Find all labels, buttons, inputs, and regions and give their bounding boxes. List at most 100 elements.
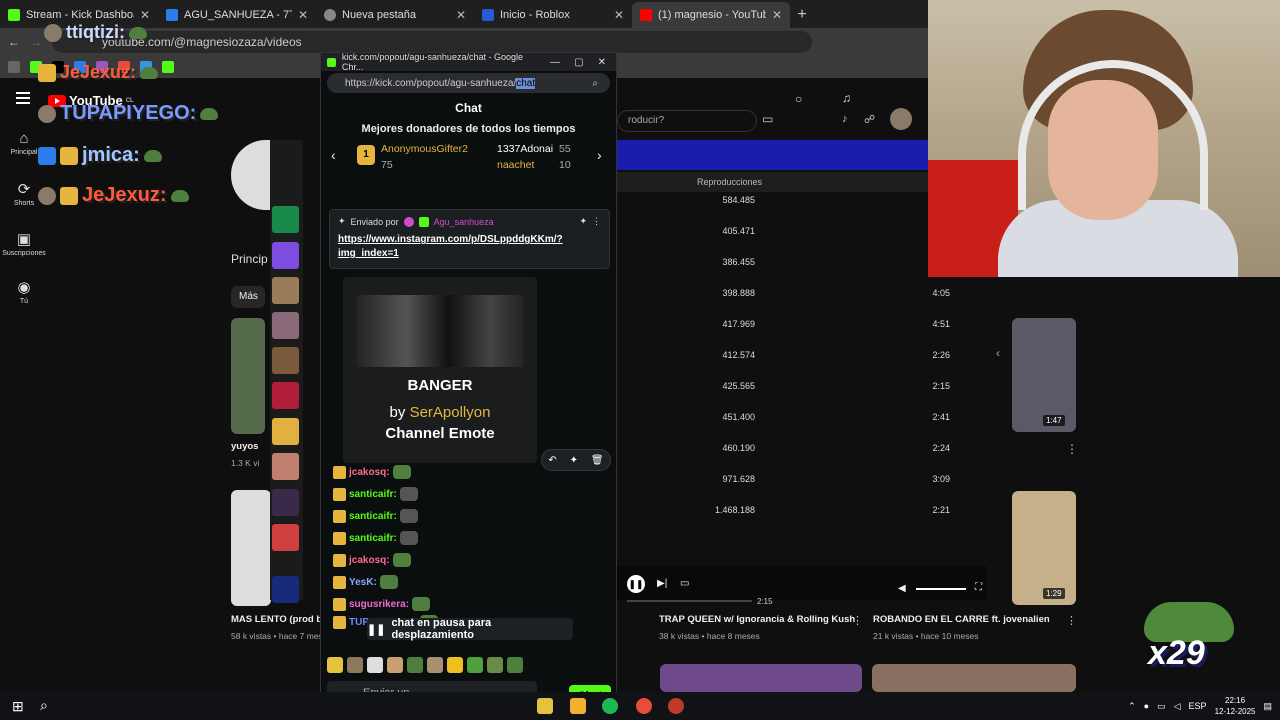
clock[interactable]: 22:16 12-12-2025 [1215,695,1256,717]
studio-thumbnail[interactable] [272,382,299,409]
pinned-link[interactable]: https://www.instagram.com/p/DSLppddgKKm/… [338,233,601,261]
popout-url-field[interactable]: https://kick.com/popout/agu-sanhueza/cha… [327,73,610,93]
minimize-icon[interactable]: — [550,57,560,68]
stats-row[interactable]: 460.190 2:24 [620,443,950,453]
video-thumbnail[interactable] [872,664,1076,692]
emote-icon[interactable] [327,657,343,673]
chevron-right-icon[interactable]: › [597,147,602,163]
stats-row[interactable]: 405.471 [620,226,950,236]
stats-row[interactable]: 412.574 2:26 [620,350,950,360]
pinned-author[interactable]: Agu_sanhueza [434,217,494,227]
fullscreen-icon[interactable]: ⛶ [975,582,982,593]
close-icon[interactable]: ✕ [456,8,466,22]
video-title[interactable]: ROBANDO EN EL CARRE ft. jovenalien [873,614,1050,625]
channel-avatar[interactable] [231,140,271,210]
search-icon[interactable]: ⌕ [40,697,48,714]
stats-row[interactable]: 451.400 2:41 [620,412,950,422]
studio-thumbnail[interactable] [272,347,299,374]
video-title[interactable]: yuyos [231,441,258,452]
sidebar-item-suscripciones[interactable]: ▣ Suscripciones [0,230,48,257]
stats-row[interactable]: 1.468.188 2:21 [620,505,950,515]
emote-icon[interactable] [487,657,503,673]
chevron-left-icon[interactable]: ‹ [996,346,1000,360]
search-input[interactable]: roducir? [617,110,757,132]
more-icon[interactable]: ⋮ [852,614,863,627]
donor-name[interactable]: AnonymousGifter2 [381,143,468,155]
create-icon[interactable]: ▭ [762,112,773,126]
stats-row[interactable]: 425.565 2:15 [620,381,950,391]
new-tab-button[interactable]: + [790,2,814,28]
delete-icon[interactable]: 🗑 [591,455,604,466]
studio-thumbnail[interactable] [272,277,299,304]
windows-start-icon[interactable]: ⊞ [12,698,24,715]
stats-row[interactable]: 398.888 4:05 [620,288,950,298]
studio-thumbnail[interactable] [272,524,299,551]
volume-icon[interactable]: ◁ [1174,701,1181,712]
chat-message[interactable]: YesK: [333,575,398,589]
studio-heart-icon[interactable] [272,242,299,269]
video-title[interactable]: TRAP QUEEN w/ Ignorancia & Rolling Kush [659,614,855,625]
studio-thumbnail[interactable] [272,418,299,445]
store-icon[interactable] [537,698,553,714]
emote-icon[interactable] [427,657,443,673]
search-icon[interactable]: ○ [795,92,802,106]
more-icon[interactable]: ⋮ [1066,442,1078,456]
volume-slider[interactable] [916,588,966,590]
stats-row[interactable]: 584.485 [620,195,950,205]
chat-username[interactable]: jcakosq: [349,467,390,478]
miniplayer-icon[interactable]: ▭ [680,578,689,589]
close-icon[interactable]: ✕ [614,8,624,22]
avatar[interactable] [890,108,912,130]
reply-icon[interactable]: ↶ [548,455,556,466]
stats-row[interactable]: 971.628 3:09 [620,474,950,484]
tab-roblox[interactable]: Inicio - Roblox ✕ [474,2,632,28]
tab-new[interactable]: Nueva pestaña ✕ [316,2,474,28]
chat-message[interactable]: santicaifr: [333,509,418,523]
close-icon[interactable]: ✕ [140,8,150,22]
stats-row[interactable]: 417.969 4:51 [620,319,950,329]
chat-message[interactable]: sugusrikera: [333,597,431,611]
video-thumbnail[interactable] [231,318,265,434]
volume-icon[interactable]: ◀ [898,583,906,594]
forward-icon[interactable]: → [30,35,42,49]
studio-thumbnail[interactable] [272,576,299,603]
chat-message[interactable]: jcakosq: [333,465,411,479]
tab-youtube[interactable]: (1) magnesio - YouTube ✕ [632,2,790,28]
pause-icon[interactable]: ❚❚ [627,575,645,593]
donor-name[interactable]: 1337Adonai [497,143,553,155]
back-icon[interactable]: ← [8,35,20,49]
emote-icon[interactable] [407,657,423,673]
sidebar-item-tu[interactable]: ◉ Tú [0,278,48,305]
chrome-icon[interactable] [636,698,652,714]
apps-icon[interactable] [8,61,20,73]
chat-username[interactable]: jcakosq: [349,555,390,566]
video-title[interactable]: MAS LENTO (prod by [231,614,327,625]
studio-thumbnail[interactable] [272,453,299,480]
video-thumbnail[interactable] [660,664,862,692]
chat-username[interactable]: YesK: [349,577,377,588]
maximize-icon[interactable]: ▢ [574,57,583,68]
emote-icon[interactable] [387,657,403,673]
donor-name[interactable]: naachet [497,159,534,171]
mic-icon[interactable]: ● [1144,701,1149,711]
bell-icon[interactable]: ♪ [842,113,848,125]
network-icon[interactable]: ▭ [1157,701,1166,712]
next-icon[interactable]: ▶| [657,578,667,589]
chat-username[interactable]: santicaifr: [349,533,397,544]
stats-row[interactable]: 386.455 [620,257,950,267]
tab-principal[interactable]: Princip [231,252,268,266]
pin-icon[interactable]: ✦ [579,216,587,227]
language-indicator[interactable]: ESP [1189,701,1207,711]
more-icon[interactable]: ⋮ [1066,614,1077,627]
chat-username[interactable]: santicaifr: [349,489,397,500]
bookmark-icon[interactable] [162,61,174,73]
emote-icon[interactable] [447,657,463,673]
spotify-icon[interactable] [602,698,618,714]
mic-icon[interactable]: ♫ [842,91,851,105]
obs-icon[interactable] [668,698,684,714]
filter-chip-more[interactable]: Más [231,286,265,308]
chevron-up-icon[interactable]: ⌃ [1128,701,1136,712]
close-icon[interactable]: ✕ [298,8,308,22]
studio-thumbnail[interactable] [272,312,299,339]
emote-icon[interactable] [467,657,483,673]
